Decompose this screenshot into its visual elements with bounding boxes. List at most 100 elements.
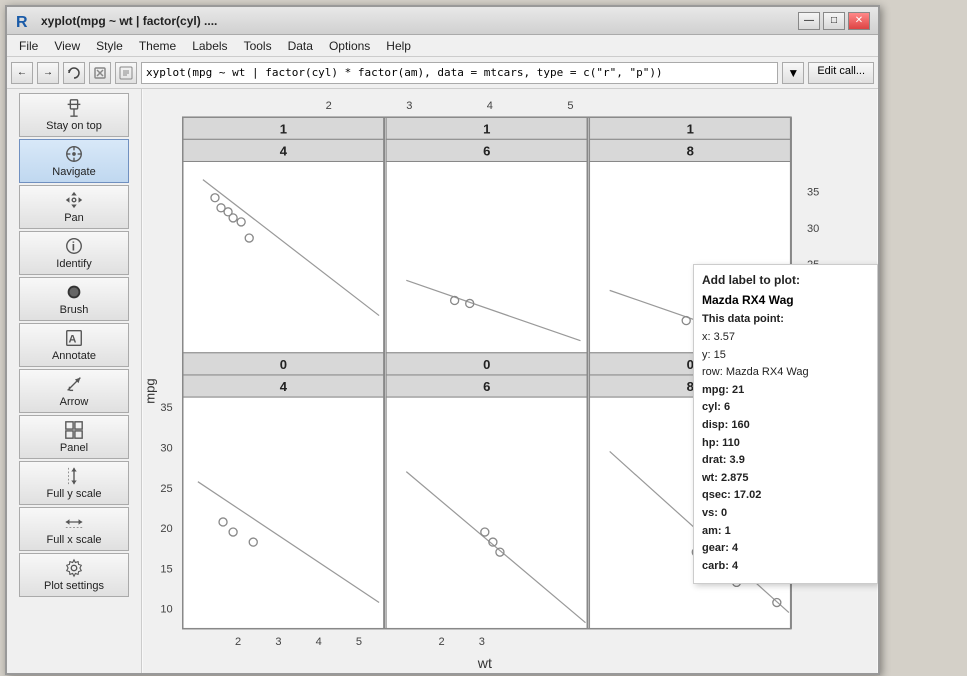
tooltip-wt: wt: 2.875 — [702, 470, 869, 488]
svg-text:2: 2 — [438, 636, 444, 648]
plot-area: 2 3 4 5 1 1 1 4 6 8 35 30 — [142, 89, 878, 673]
edit-call-button[interactable]: Edit call... — [808, 62, 874, 84]
menu-theme[interactable]: Theme — [131, 37, 184, 55]
svg-text:R: R — [16, 14, 28, 31]
stop-button[interactable] — [89, 62, 111, 84]
svg-text:3: 3 — [406, 100, 412, 112]
identify-button[interactable]: i Identify — [19, 231, 129, 275]
svg-text:2: 2 — [326, 100, 332, 112]
annotate-button[interactable]: A Annotate — [19, 323, 129, 367]
svg-text:4: 4 — [316, 636, 322, 648]
svg-text:3: 3 — [275, 636, 281, 648]
settings-icon — [64, 558, 84, 578]
svg-text:3: 3 — [479, 636, 485, 648]
menu-tools[interactable]: Tools — [236, 37, 280, 55]
svg-text:2: 2 — [235, 636, 241, 648]
svg-text:4: 4 — [280, 143, 288, 158]
menu-view[interactable]: View — [46, 37, 88, 55]
maximize-button[interactable]: □ — [823, 12, 845, 30]
panel-button[interactable]: Panel — [19, 415, 129, 459]
stay-on-top-label: Stay on top — [46, 120, 102, 132]
svg-text:A: A — [69, 334, 77, 346]
forward-button[interactable]: → — [37, 62, 59, 84]
app-icon: R — [15, 11, 35, 31]
menu-help[interactable]: Help — [378, 37, 419, 55]
menu-file[interactable]: File — [11, 37, 46, 55]
tooltip-section: This data point: — [702, 313, 869, 325]
arrow-label: Arrow — [60, 396, 89, 408]
main-area: Stay on top Navigate — [7, 89, 878, 673]
svg-text:35: 35 — [160, 402, 172, 414]
svg-text:1: 1 — [687, 121, 694, 136]
tooltip-car-name: Mazda RX4 Wag — [702, 293, 869, 307]
svg-text:5: 5 — [356, 636, 362, 648]
svg-text:i: i — [72, 240, 75, 254]
navigate-label: Navigate — [52, 166, 95, 178]
svg-text:5: 5 — [567, 100, 573, 112]
command-dropdown[interactable]: ▼ — [782, 62, 804, 84]
brush-icon — [64, 282, 84, 302]
pan-button[interactable]: Pan — [19, 185, 129, 229]
navigate-button[interactable]: Navigate — [19, 139, 129, 183]
menu-options[interactable]: Options — [321, 37, 378, 55]
svg-text:0: 0 — [280, 357, 287, 372]
main-window: R xyplot(mpg ~ wt | factor(cyl) .... — □… — [5, 5, 880, 675]
svg-text:30: 30 — [160, 442, 172, 454]
tooltip-vs: vs: 0 — [702, 505, 869, 523]
svg-text:1: 1 — [483, 121, 490, 136]
svg-text:35: 35 — [807, 187, 819, 199]
pin-icon — [64, 98, 84, 118]
menu-bar: File View Style Theme Labels Tools Data … — [7, 35, 878, 57]
plot-settings-button[interactable]: Plot settings — [19, 553, 129, 597]
svg-text:0: 0 — [483, 357, 490, 372]
arrow-icon — [64, 374, 84, 394]
brush-button[interactable]: Brush — [19, 277, 129, 321]
full-y-scale-button[interactable]: Full y scale — [19, 461, 129, 505]
svg-text:30: 30 — [807, 223, 819, 235]
svg-text:25: 25 — [160, 483, 172, 495]
refresh-button[interactable] — [63, 62, 85, 84]
plot-settings-label: Plot settings — [44, 580, 104, 592]
brush-label: Brush — [60, 304, 89, 316]
tooltip-qsec: qsec: 17.02 — [702, 487, 869, 505]
command-input[interactable] — [141, 62, 778, 84]
tooltip-am: am: 1 — [702, 523, 869, 541]
svg-text:8: 8 — [687, 143, 694, 158]
tooltip-carb: carb: 4 — [702, 558, 869, 576]
tooltip-y: y: 15 — [702, 347, 869, 365]
export-button[interactable] — [115, 62, 137, 84]
arrow-button[interactable]: Arrow — [19, 369, 129, 413]
tooltip-gear: gear: 4 — [702, 540, 869, 558]
full-x-scale-button[interactable]: Full x scale — [19, 507, 129, 551]
annotate-icon: A — [64, 328, 84, 348]
full-y-scale-label: Full y scale — [46, 488, 101, 500]
menu-data[interactable]: Data — [280, 37, 321, 55]
close-button[interactable]: ✕ — [848, 12, 870, 30]
pan-icon — [64, 190, 84, 210]
full-x-scale-icon — [64, 512, 84, 532]
panel-icon — [64, 420, 84, 440]
menu-style[interactable]: Style — [88, 37, 131, 55]
svg-text:1: 1 — [280, 121, 287, 136]
svg-text:10: 10 — [160, 604, 172, 616]
full-y-scale-icon — [64, 466, 84, 486]
window-controls: — □ ✕ — [798, 12, 870, 30]
tooltip-hp: hp: 110 — [702, 435, 869, 453]
stay-on-top-button[interactable]: Stay on top — [19, 93, 129, 137]
tooltip-title: Add label to plot: — [702, 273, 869, 287]
tooltip-cyl: cyl: 6 — [702, 399, 869, 417]
annotate-label: Annotate — [52, 350, 96, 362]
tooltip-drat: drat: 3.9 — [702, 452, 869, 470]
svg-text:6: 6 — [483, 143, 490, 158]
back-button[interactable]: ← — [11, 62, 33, 84]
minimize-button[interactable]: — — [798, 12, 820, 30]
svg-text:4: 4 — [280, 379, 288, 394]
left-panel: Stay on top Navigate — [7, 89, 142, 673]
identify-icon: i — [64, 236, 84, 256]
window-title: xyplot(mpg ~ wt | factor(cyl) .... — [41, 14, 798, 28]
navigate-icon — [64, 144, 84, 164]
tooltip-panel: Add label to plot: Mazda RX4 Wag This da… — [693, 264, 878, 584]
menu-labels[interactable]: Labels — [184, 37, 235, 55]
toolbar: ← → ▼ Edit call... — [7, 57, 878, 89]
svg-text:4: 4 — [487, 100, 493, 112]
